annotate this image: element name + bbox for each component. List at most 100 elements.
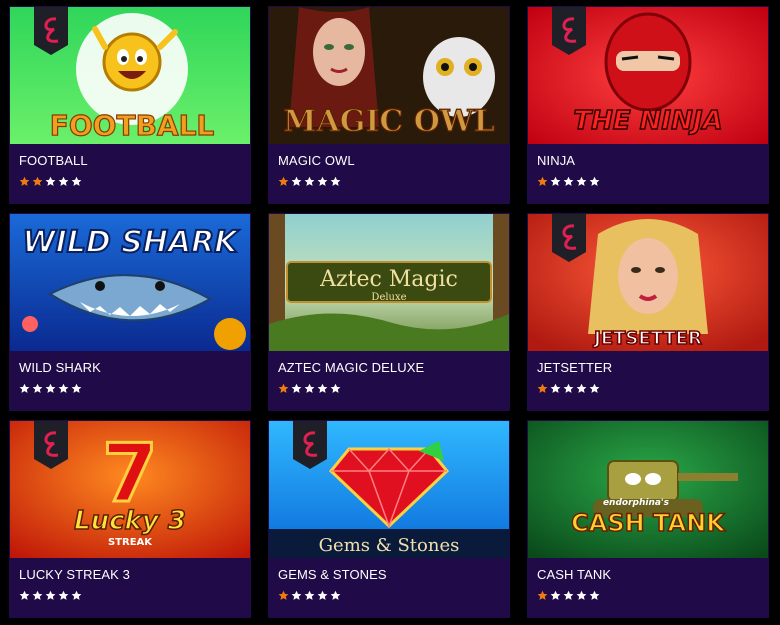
star-filled-icon [537,383,548,393]
game-title[interactable]: CASH TANK [537,567,611,582]
rating-stars [278,176,341,188]
star-empty-icon [45,383,56,393]
star-empty-icon [589,590,600,600]
star-empty-icon [45,590,56,600]
magic-owl-logo-text: MAGIC OWL [283,104,494,139]
endorphina-logo-icon [552,7,586,55]
lucky-streak-logo-subtext: STREAK [108,537,153,548]
cash-tank-logo-subtext: endorphina's [603,498,670,508]
star-empty-icon [291,383,302,393]
wild-shark-art: WILD SHARK [10,214,250,351]
star-filled-icon [537,590,548,600]
star-filled-icon [278,590,289,600]
game-thumbnail-jetsetter[interactable]: JETSETTER [528,214,768,351]
star-empty-icon [291,590,302,600]
star-empty-icon [304,383,315,393]
ninja-logo-text: THE NINJA [573,106,722,136]
magic-owl-art: MAGIC OWL [269,7,509,144]
game-card-lucky-streak-3[interactable]: 7 Lucky 3 STREAK LUCKY STREAK 3 [9,420,251,618]
star-empty-icon [317,176,328,186]
rating-stars [537,176,600,188]
endorphina-logo-icon [552,214,586,262]
star-empty-icon [576,383,587,393]
star-filled-icon [278,176,289,186]
star-empty-icon [589,383,600,393]
star-empty-icon [58,176,69,186]
star-empty-icon [330,590,341,600]
star-filled-icon [278,383,289,393]
game-card-wild-shark[interactable]: WILD SHARK WILD SHARK [9,213,251,411]
game-thumbnail-football[interactable]: FOOTBALL [10,7,250,144]
cash-tank-logo-text: CASH TANK [571,509,726,537]
game-thumbnail-cash-tank[interactable]: endorphina's CASH TANK [528,421,768,558]
game-title[interactable]: AZTEC MAGIC DELUXE [278,360,424,375]
star-empty-icon [19,383,30,393]
star-empty-icon [330,176,341,186]
game-thumbnail-lucky-streak-3[interactable]: 7 Lucky 3 STREAK [10,421,250,558]
rating-stars [19,176,82,188]
star-empty-icon [71,383,82,393]
game-title[interactable]: WILD SHARK [19,360,101,375]
star-empty-icon [32,383,43,393]
star-empty-icon [576,176,587,186]
star-empty-icon [563,590,574,600]
rating-stars [278,590,341,602]
star-empty-icon [589,176,600,186]
game-title[interactable]: MAGIC OWL [278,153,355,168]
game-card-jetsetter[interactable]: JETSETTER JETSETTER [527,213,769,411]
rating-stars [537,383,600,395]
wild-shark-logo-text: WILD SHARK [23,225,241,260]
endorphina-logo-icon [293,421,327,469]
star-empty-icon [550,176,561,186]
game-card-aztec-magic-deluxe[interactable]: Aztec Magic Deluxe AZTEC MAGIC DELUXE [268,213,510,411]
star-empty-icon [304,176,315,186]
game-thumbnail-magic-owl[interactable]: MAGIC OWL [269,7,509,144]
rating-stars [19,383,82,395]
game-thumbnail-wild-shark[interactable]: WILD SHARK [10,214,250,351]
aztec-magic-logo-subtext: Deluxe [371,292,406,303]
rating-stars [537,590,600,602]
game-thumbnail-gems-and-stones[interactable]: Gems & Stones [269,421,509,558]
star-empty-icon [317,383,328,393]
star-empty-icon [304,590,315,600]
lucky-streak-logo-text: Lucky 3 [74,506,186,536]
star-empty-icon [550,383,561,393]
game-card-football[interactable]: FOOTBALL FOOTBALL [9,6,251,204]
game-title[interactable]: GEMS & STONES [278,567,387,582]
game-card-gems-and-stones[interactable]: Gems & Stones GEMS & STONES [268,420,510,618]
rating-stars [278,383,341,395]
star-empty-icon [563,383,574,393]
aztec-magic-logo-text: Aztec Magic [319,267,458,292]
star-filled-icon [32,176,43,186]
game-thumbnail-ninja[interactable]: THE NINJA [528,7,768,144]
star-empty-icon [576,590,587,600]
star-empty-icon [19,590,30,600]
star-empty-icon [317,590,328,600]
football-logo-text: FOOTBALL [50,109,215,142]
star-empty-icon [71,590,82,600]
aztec-magic-art: Aztec Magic Deluxe [269,214,509,351]
star-empty-icon [58,383,69,393]
star-filled-icon [19,176,30,186]
game-title[interactable]: LUCKY STREAK 3 [19,567,130,582]
star-empty-icon [291,176,302,186]
game-title[interactable]: JETSETTER [537,360,612,375]
game-card-magic-owl[interactable]: MAGIC OWL MAGIC OWL [268,6,510,204]
game-title[interactable]: FOOTBALL [19,153,88,168]
star-filled-icon [537,176,548,186]
game-thumbnail-aztec-magic-deluxe[interactable]: Aztec Magic Deluxe [269,214,509,351]
jetsetter-logo-text: JETSETTER [592,328,702,349]
star-empty-icon [330,383,341,393]
game-title[interactable]: NINJA [537,153,575,168]
star-empty-icon [58,590,69,600]
star-empty-icon [32,590,43,600]
rating-stars [19,590,82,602]
endorphina-logo-icon [34,7,68,55]
star-empty-icon [71,176,82,186]
game-card-ninja[interactable]: THE NINJA NINJA [527,6,769,204]
gems-stones-logo-text: Gems & Stones [319,535,460,556]
star-empty-icon [45,176,56,186]
star-empty-icon [550,590,561,600]
game-card-cash-tank[interactable]: endorphina's CASH TANK CASH TANK [527,420,769,618]
cash-tank-art: endorphina's CASH TANK [528,421,768,558]
